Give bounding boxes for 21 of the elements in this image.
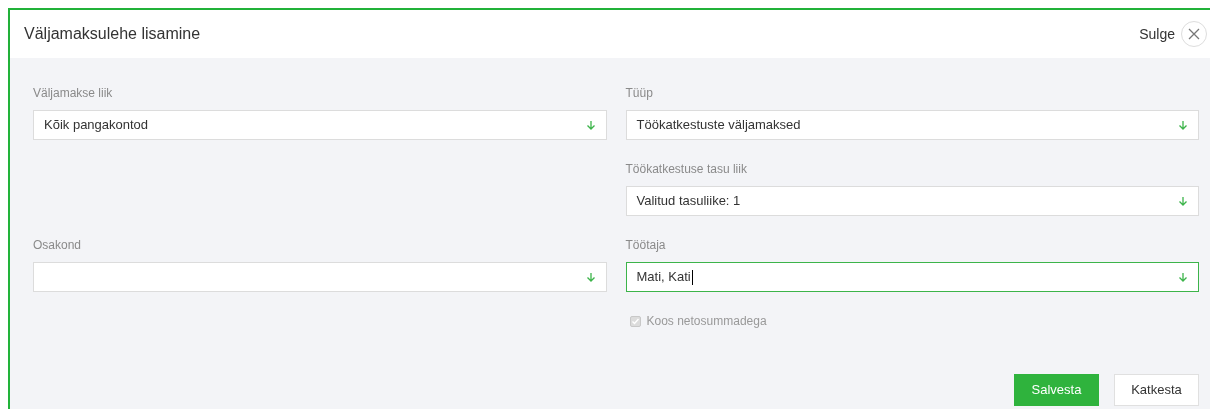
cancel-button[interactable]: Katkesta [1114,374,1199,406]
select-field[interactable] [33,262,607,292]
field-label: Tüüp [625,86,654,100]
arrow-down-icon [1178,272,1188,282]
arrow-down-icon [585,120,596,130]
checkbox-label: Koos netosummadega [646,313,767,330]
field-label: Töökatkestuse tasu liik [625,162,748,176]
select-field[interactable]: Mati, Kati [625,262,1199,292]
close-label[interactable]: Sulge [1139,23,1175,45]
select-field[interactable]: Töökatkestuste väljamaksed [625,110,1199,140]
close-button[interactable] [1181,21,1207,47]
arrow-down-icon [1178,196,1188,206]
select-field[interactable]: Kõik pangakontod [33,110,607,140]
field-label: Töötaja [625,238,667,252]
dialog-title: Väljamaksulehe lisamine [24,24,201,44]
field-label: Väljamakse liik [33,86,114,100]
close-icon [1188,28,1200,40]
select-field[interactable]: Valitud tasuliike: 1 [625,186,1199,216]
field-label: Osakond [33,238,83,252]
arrow-down-icon [585,272,596,282]
arrow-down-icon [1178,120,1188,130]
